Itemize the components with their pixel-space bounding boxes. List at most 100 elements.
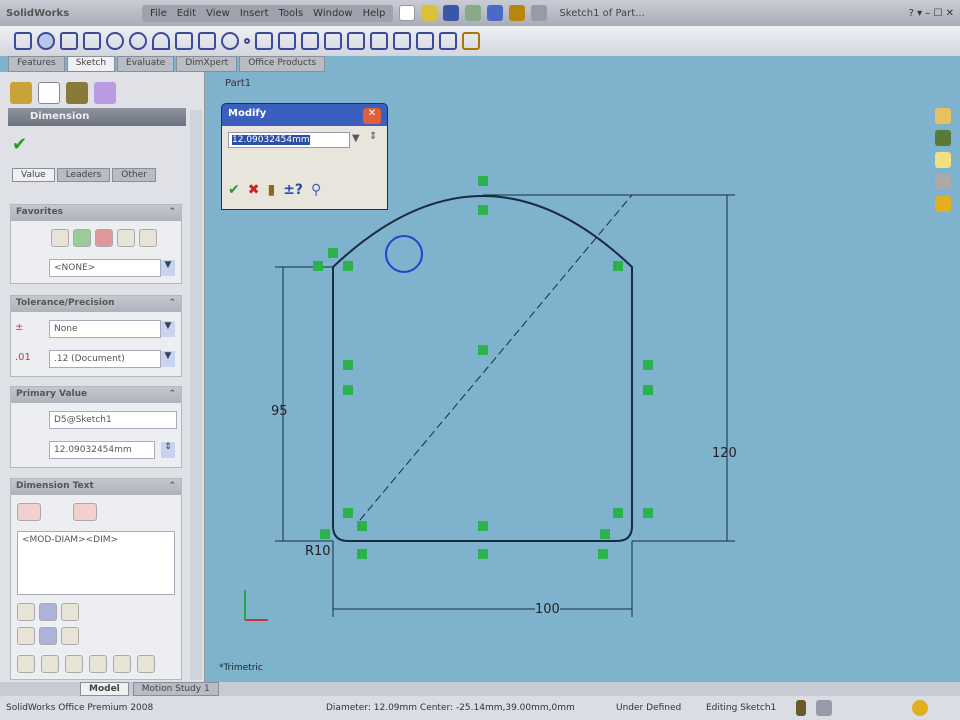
inspection-dimension-icon[interactable] [73, 503, 97, 521]
symbol-plusminus-icon[interactable] [65, 655, 83, 673]
point-icon[interactable] [244, 38, 250, 44]
tab-other[interactable]: Other [112, 168, 156, 182]
circle-icon[interactable] [106, 32, 124, 50]
config-manager-icon[interactable] [66, 82, 88, 104]
menu-file[interactable]: File [150, 8, 167, 19]
undo-icon[interactable] [487, 5, 504, 21]
text-below-icon[interactable] [61, 627, 79, 645]
offset-icon[interactable] [301, 32, 319, 50]
ok-check-icon[interactable]: ✔ [228, 182, 240, 198]
menu-view[interactable]: View [206, 8, 230, 19]
view-palette-icon[interactable] [935, 174, 951, 190]
close-icon[interactable]: ✕ [363, 108, 381, 124]
tab-evaluate[interactable]: Evaluate [117, 56, 175, 72]
property-manager-icon[interactable] [38, 82, 60, 104]
circle2-icon[interactable] [129, 32, 147, 50]
spin-icon[interactable]: ⇕ [369, 131, 377, 142]
units-icon[interactable] [816, 700, 832, 716]
dimension-text-box[interactable]: <MOD-DIAM><DIM> [17, 531, 175, 595]
align-center-icon[interactable] [39, 603, 57, 621]
dimension-value-field[interactable]: 12.09032454mm [49, 441, 155, 459]
tab-sketch[interactable]: Sketch [66, 56, 116, 72]
print-icon[interactable] [465, 5, 482, 21]
pattern-icon[interactable] [370, 32, 388, 50]
centerline-icon[interactable] [255, 32, 273, 50]
reset-spin-icon[interactable]: ±? [283, 182, 303, 198]
align-right-icon[interactable] [61, 603, 79, 621]
new-icon[interactable] [399, 5, 416, 21]
file-explorer-icon[interactable] [935, 152, 951, 168]
symbol-diameter-icon[interactable] [17, 655, 35, 673]
precision-select[interactable]: .12 (Document) [49, 350, 161, 368]
tolerance-type-select[interactable]: None [49, 320, 161, 338]
rectangle-icon[interactable] [83, 32, 101, 50]
ok-check-icon[interactable]: ✔ [12, 134, 27, 155]
tab-motion-study[interactable]: Motion Study 1 [132, 682, 219, 696]
collapse-icon[interactable]: ⌃ [168, 207, 176, 219]
dimension-r10[interactable]: R10 [305, 544, 331, 559]
menu-edit[interactable]: Edit [177, 8, 196, 19]
relations-icon[interactable] [393, 32, 411, 50]
dimxpert-icon[interactable] [94, 82, 116, 104]
add-parentheses-icon[interactable] [17, 503, 41, 521]
favorite-apply-icon[interactable] [51, 229, 69, 247]
feature-tree-part[interactable]: Part1 [225, 78, 251, 89]
modify-value-input[interactable]: 12.09032454mm [232, 135, 310, 145]
menu-help[interactable]: Help [363, 8, 386, 19]
spline-icon[interactable] [198, 32, 216, 50]
open-icon[interactable] [421, 5, 438, 21]
line-icon[interactable] [60, 32, 78, 50]
tab-features[interactable]: Features [8, 56, 65, 72]
favorites-select[interactable]: <NONE> [49, 259, 161, 277]
spin-icon[interactable]: ⇕ [161, 442, 175, 458]
dimension-name-field[interactable]: D5@Sketch1 [49, 411, 177, 429]
sketch-picture-icon[interactable] [462, 32, 480, 50]
panel-scrollbar[interactable] [190, 110, 202, 680]
trim-icon[interactable] [324, 32, 342, 50]
dimension-95[interactable]: 95 [271, 404, 288, 419]
symbol-square-icon[interactable] [113, 655, 131, 673]
chevron-down-icon[interactable]: ▼ [352, 133, 360, 144]
tab-model[interactable]: Model [80, 682, 129, 696]
more-symbols-icon[interactable] [137, 655, 155, 673]
chevron-down-icon[interactable]: ▼ [161, 321, 175, 337]
tab-dimxpert[interactable]: DimXpert [176, 56, 238, 72]
mirror-icon[interactable] [278, 32, 296, 50]
resources-icon[interactable] [935, 108, 951, 124]
align-left-icon[interactable] [17, 603, 35, 621]
extend-icon[interactable] [347, 32, 365, 50]
ellipse-icon[interactable] [221, 32, 239, 50]
sketch-icon[interactable] [14, 32, 32, 50]
symbol-degree-icon[interactable] [41, 655, 59, 673]
design-library-icon[interactable] [935, 130, 951, 146]
window-controls[interactable]: ? ▾ – ☐ ✕ [909, 8, 954, 19]
text-above-icon[interactable] [17, 627, 35, 645]
favorite-add-icon[interactable] [73, 229, 91, 247]
feature-tree-icon[interactable] [10, 82, 32, 104]
collapse-icon[interactable]: ⌃ [168, 298, 176, 310]
chevron-down-icon[interactable]: ▼ [161, 351, 175, 367]
chevron-down-icon[interactable]: ▼ [161, 260, 175, 276]
collapse-icon[interactable]: ⌃ [168, 481, 176, 493]
dimension-120[interactable]: 120 [712, 446, 737, 461]
smart-dimension-icon[interactable] [37, 32, 55, 50]
fillet-icon[interactable] [175, 32, 193, 50]
grid-icon[interactable] [439, 32, 457, 50]
options-icon[interactable] [531, 5, 548, 21]
cancel-x-icon[interactable]: ✖ [248, 182, 260, 198]
rebuild-icon[interactable] [509, 5, 526, 21]
favorite-save-icon[interactable] [117, 229, 135, 247]
tab-value[interactable]: Value [12, 168, 55, 182]
dimension-100[interactable]: 100 [535, 602, 560, 617]
favorite-delete-icon[interactable] [95, 229, 113, 247]
repair-icon[interactable] [416, 32, 434, 50]
save-icon[interactable] [443, 5, 460, 21]
favorite-load-icon[interactable] [139, 229, 157, 247]
text-middle-icon[interactable] [39, 627, 57, 645]
symbol-centerline-icon[interactable] [89, 655, 107, 673]
tab-office-products[interactable]: Office Products [239, 56, 326, 72]
rebuild-icon[interactable] [796, 700, 806, 716]
collapse-icon[interactable]: ⌃ [168, 389, 176, 401]
menu-window[interactable]: Window [313, 8, 352, 19]
arc-icon[interactable] [152, 32, 170, 50]
